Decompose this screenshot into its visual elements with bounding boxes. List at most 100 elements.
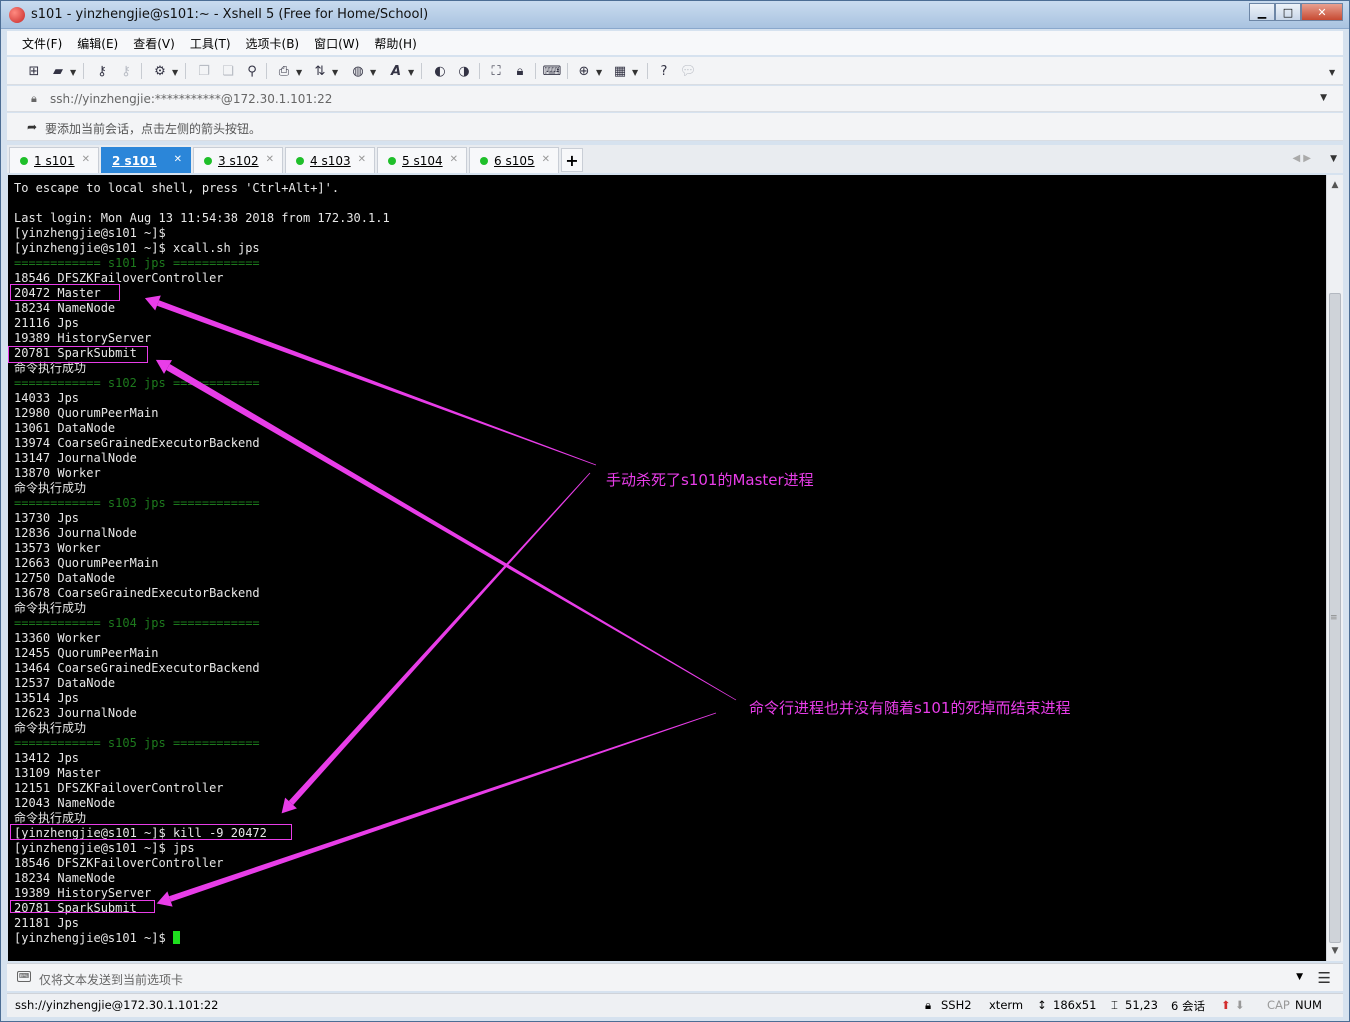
menu-window[interactable]: 窗口(W) (313, 33, 360, 54)
title-bar[interactable]: s101 - yinzhengjie@s101:~ - Xshell 5 (Fr… (1, 1, 1349, 29)
annotation-process-still-running: 命令行进程也并没有随着s101的死掉而结束进程 (749, 699, 1071, 717)
tab-close-icon[interactable]: ✕ (450, 154, 458, 165)
tab-close-icon[interactable]: ✕ (542, 154, 550, 165)
menu-file[interactable]: 文件(F) (21, 33, 63, 54)
tab-2-s101[interactable]: 2 s101 ✕ (101, 147, 191, 173)
close-button[interactable]: ✕ (1301, 3, 1343, 21)
menu-tools[interactable]: 工具(T) (189, 33, 232, 54)
help-icon[interactable]: ? (655, 62, 673, 80)
connected-status-icon (480, 156, 488, 165)
connected-status-icon (296, 156, 304, 165)
status-cursor-icon: ⌶ (1111, 998, 1118, 1012)
xftp-icon[interactable]: ◐ (431, 62, 449, 80)
menu-edit[interactable]: 编辑(E) (76, 33, 119, 54)
tab-close-icon[interactable]: ✕ (82, 154, 90, 165)
font-dropdown-icon[interactable]: ▼ (408, 68, 414, 77)
menu-tabs[interactable]: 选项卡(B) (245, 33, 301, 54)
connected-status-icon (20, 156, 28, 165)
new-session-icon[interactable]: ⊞ (25, 62, 43, 80)
connect-icon[interactable]: ⚷ (93, 62, 111, 80)
compose-dropdown-icon[interactable]: ▼ (1296, 972, 1303, 982)
window-title: s101 - yinzhengjie@s101:~ - Xshell 5 (Fr… (31, 7, 429, 22)
layout-dropdown-icon[interactable]: ▼ (632, 68, 638, 77)
tab-4-s103[interactable]: 4 s103 ✕ (285, 147, 375, 173)
properties-icon[interactable]: ⚙ (151, 62, 169, 80)
add-tab-button[interactable]: + (561, 148, 583, 172)
arrow-to-sparksubmit-after (169, 712, 717, 902)
chat-icon[interactable]: 💬︎ (679, 62, 697, 80)
tab-5-s104[interactable]: 5 s104 ✕ (377, 147, 467, 173)
paste-icon[interactable]: ❏ (219, 62, 237, 80)
status-size: 186x51 (1053, 998, 1097, 1012)
fullscreen-icon[interactable]: ⛶ (487, 62, 505, 80)
print-icon[interactable]: ⎙ (275, 62, 293, 80)
add-session-arrow-icon[interactable]: ➦ (27, 120, 37, 134)
arrow-to-master (157, 300, 597, 466)
status-bar: ssh://yinzhengjie@172.30.1.101:22 🔒︎ SSH… (7, 993, 1343, 1017)
scroll-down-icon[interactable]: ▼ (1327, 943, 1343, 959)
tab-label: 4 s103 (310, 153, 351, 168)
address-bar[interactable]: 🔒︎ ssh://yinzhengjie:***********@172.30.… (7, 86, 1343, 112)
font-icon[interactable]: A (387, 62, 405, 80)
compose-dropdown-icon[interactable]: ▼ (596, 68, 602, 77)
properties-dropdown-icon[interactable]: ▼ (172, 68, 178, 77)
tab-bar: 1 s101 ✕ 2 s101 ✕ 3 s102 ✕ 4 s103 ✕ 5 s1… (7, 145, 1343, 173)
tab-list-dropdown-icon[interactable]: ▼ (1330, 154, 1337, 164)
tab-3-s102[interactable]: 3 s102 ✕ (193, 147, 283, 173)
tab-6-s105[interactable]: 6 s105 ✕ (469, 147, 559, 173)
keyboard-icon[interactable]: ⌨ (543, 62, 562, 80)
tab-close-icon[interactable]: ✕ (266, 154, 274, 165)
xshell-window: s101 - yinzhengjie@s101:~ - Xshell 5 (Fr… (0, 0, 1350, 1022)
copy-icon[interactable]: ❐ (195, 62, 213, 80)
compose-bar[interactable]: ⌨ 仅将文本发送到当前选项卡 ▼ ☰ (7, 963, 1343, 991)
session-hint-bar: ➦ 要添加当前会话，点击左侧的箭头按钮。 (7, 113, 1343, 141)
status-cap: CAP (1267, 998, 1290, 1012)
tab-label: 3 s102 (218, 153, 259, 168)
status-cursor-pos: 51,23 (1125, 998, 1158, 1012)
globe-icon[interactable]: ◍ (349, 62, 367, 80)
globe-dropdown-icon[interactable]: ▼ (370, 68, 376, 77)
tab-1-s101[interactable]: 1 s101 ✕ (9, 147, 99, 173)
layout-icon[interactable]: ▦ (611, 62, 629, 80)
scroll-up-icon[interactable]: ▲ (1327, 177, 1343, 193)
status-num: NUM (1295, 998, 1322, 1012)
menu-view[interactable]: 查看(V) (132, 33, 176, 54)
transfer-dropdown-icon[interactable]: ▼ (332, 68, 338, 77)
transfer-icon[interactable]: ⇅ (311, 62, 329, 80)
open-folder-icon[interactable]: ▰ (49, 62, 67, 80)
arrow-to-sparksubmit (166, 364, 737, 701)
find-icon[interactable]: ⚲ (243, 62, 261, 80)
add-compose-icon[interactable]: ⊕ (575, 62, 593, 80)
print-dropdown-icon[interactable]: ▼ (296, 68, 302, 77)
menu-help[interactable]: 帮助(H) (373, 33, 417, 54)
status-lock-icon: 🔒︎ (925, 998, 932, 1012)
lock-icon[interactable]: 🔒︎ (511, 62, 529, 80)
scrollbar-grip-icon: ≡ (1330, 613, 1338, 623)
maximize-button[interactable]: □ (1275, 3, 1301, 21)
annotation-arrows (144, 295, 737, 907)
address-dropdown-icon[interactable]: ▼ (1320, 93, 1327, 103)
compose-menu-icon[interactable]: ☰ (1318, 969, 1331, 987)
annotation-master-killed: 手动杀死了s101的Master进程 (606, 471, 814, 489)
address-lock-icon: 🔒︎ (31, 92, 37, 105)
tab-close-icon[interactable]: ✕ (358, 154, 366, 165)
open-dropdown-icon[interactable]: ▼ (70, 68, 76, 77)
connected-status-icon (204, 156, 212, 165)
tab-label: 6 s105 (494, 153, 535, 168)
xmanager-icon[interactable]: ◑ (455, 62, 473, 80)
tab-scroll-arrows-icon[interactable]: ◀ ▶ (1292, 153, 1311, 164)
tab-close-icon[interactable]: ✕ (174, 154, 182, 165)
status-upload-icon[interactable]: ⬆ (1221, 998, 1231, 1012)
status-sessions: 6 会话 (1171, 999, 1205, 1013)
status-protocol: SSH2 (941, 998, 972, 1012)
toolbar-overflow-icon[interactable]: ▼ (1329, 68, 1335, 77)
terminal-scrollbar[interactable]: ▲ ≡ ▼ (1326, 175, 1343, 961)
compose-input[interactable]: 仅将文本发送到当前选项卡 (39, 971, 183, 988)
status-download-icon[interactable]: ⬇ (1235, 998, 1245, 1012)
compose-keyboard-icon: ⌨ (17, 971, 31, 982)
terminal-output[interactable]: To escape to local shell, press 'Ctrl+Al… (8, 175, 1326, 961)
address-input[interactable]: ssh://yinzhengjie:***********@172.30.1.1… (50, 92, 332, 106)
toolbar: ⊞ ▰ ▼ ⚷ ⚷ ⚙ ▼ ❐ ❏ ⚲ ⎙ ▼ ⇅ ▼ ◍ ▼ A ▼ ◐ ◑ … (7, 57, 1343, 85)
disconnect-icon[interactable]: ⚷ (117, 62, 135, 80)
minimize-button[interactable]: ▁ (1249, 3, 1275, 21)
